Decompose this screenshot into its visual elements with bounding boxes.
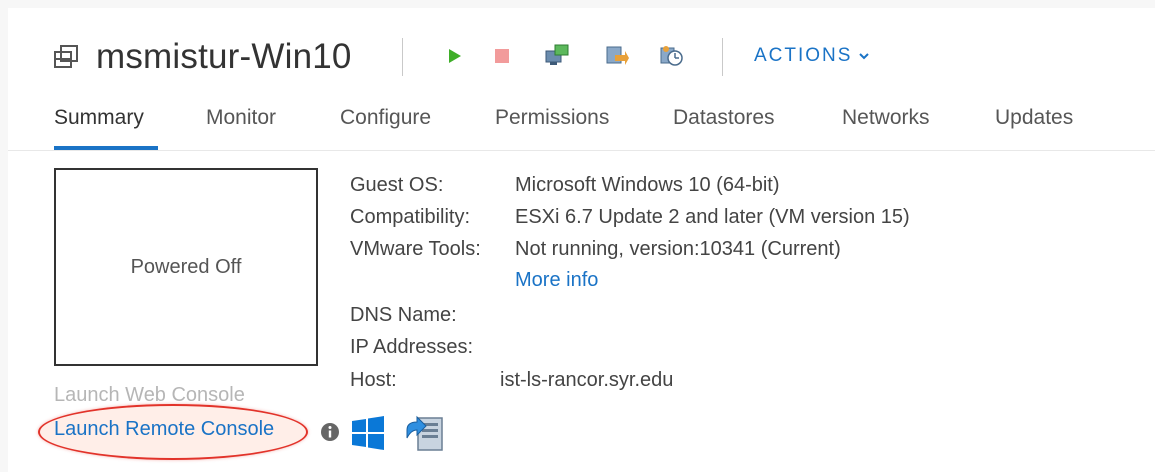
tab-monitor[interactable]: Monitor: [206, 106, 276, 130]
migrate-icon[interactable]: [602, 42, 630, 70]
launch-console-icon[interactable]: [543, 42, 571, 70]
snapshot-icon[interactable]: [657, 42, 685, 70]
guest-os-value: Microsoft Windows 10 (64-bit): [515, 174, 780, 196]
compatibility-value: ESXi 6.7 Update 2 and later (VM version …: [515, 206, 910, 228]
remote-console-icon[interactable]: [404, 412, 446, 454]
actions-label: ACTIONS: [754, 45, 853, 66]
tab-configure[interactable]: Configure: [340, 106, 431, 130]
power-status-text: Powered Off: [130, 255, 242, 278]
vmware-tools-label: VMware Tools:: [350, 238, 481, 260]
header-divider: [722, 38, 723, 76]
power-off-icon[interactable]: [488, 42, 516, 70]
power-on-icon[interactable]: [440, 42, 468, 70]
more-info-link[interactable]: More info: [515, 269, 598, 292]
guest-os-label: Guest OS:: [350, 174, 444, 196]
actions-menu-button[interactable]: ACTIONS: [754, 43, 870, 69]
page-title: msmistur-Win10: [96, 37, 352, 76]
compatibility-label: Compatibility:: [350, 206, 471, 228]
tab-datastores[interactable]: Datastores: [673, 106, 775, 130]
launch-remote-console-link[interactable]: Launch Remote Console: [54, 418, 274, 441]
host-label: Host:: [350, 369, 397, 391]
vm-icon: [54, 45, 78, 68]
ip-addresses-label: IP Addresses:: [350, 336, 474, 358]
tab-summary[interactable]: Summary: [54, 106, 144, 130]
windows-icon[interactable]: [350, 415, 386, 451]
tab-networks[interactable]: Networks: [842, 106, 930, 130]
header-divider: [402, 38, 403, 76]
chevron-down-icon: [859, 53, 870, 60]
vm-header: msmistur-Win10: [52, 34, 352, 80]
console-preview[interactable]: Powered Off: [54, 168, 318, 366]
tab-bar-divider: [8, 150, 1155, 151]
host-value[interactable]: ist-ls-rancor.syr.edu: [500, 369, 673, 392]
info-icon[interactable]: [320, 422, 340, 442]
tab-updates[interactable]: Updates: [995, 106, 1073, 130]
vmware-tools-value: Not running, version:10341 (Current): [515, 238, 841, 260]
tab-permissions[interactable]: Permissions: [495, 106, 609, 130]
dns-name-label: DNS Name:: [350, 304, 457, 326]
